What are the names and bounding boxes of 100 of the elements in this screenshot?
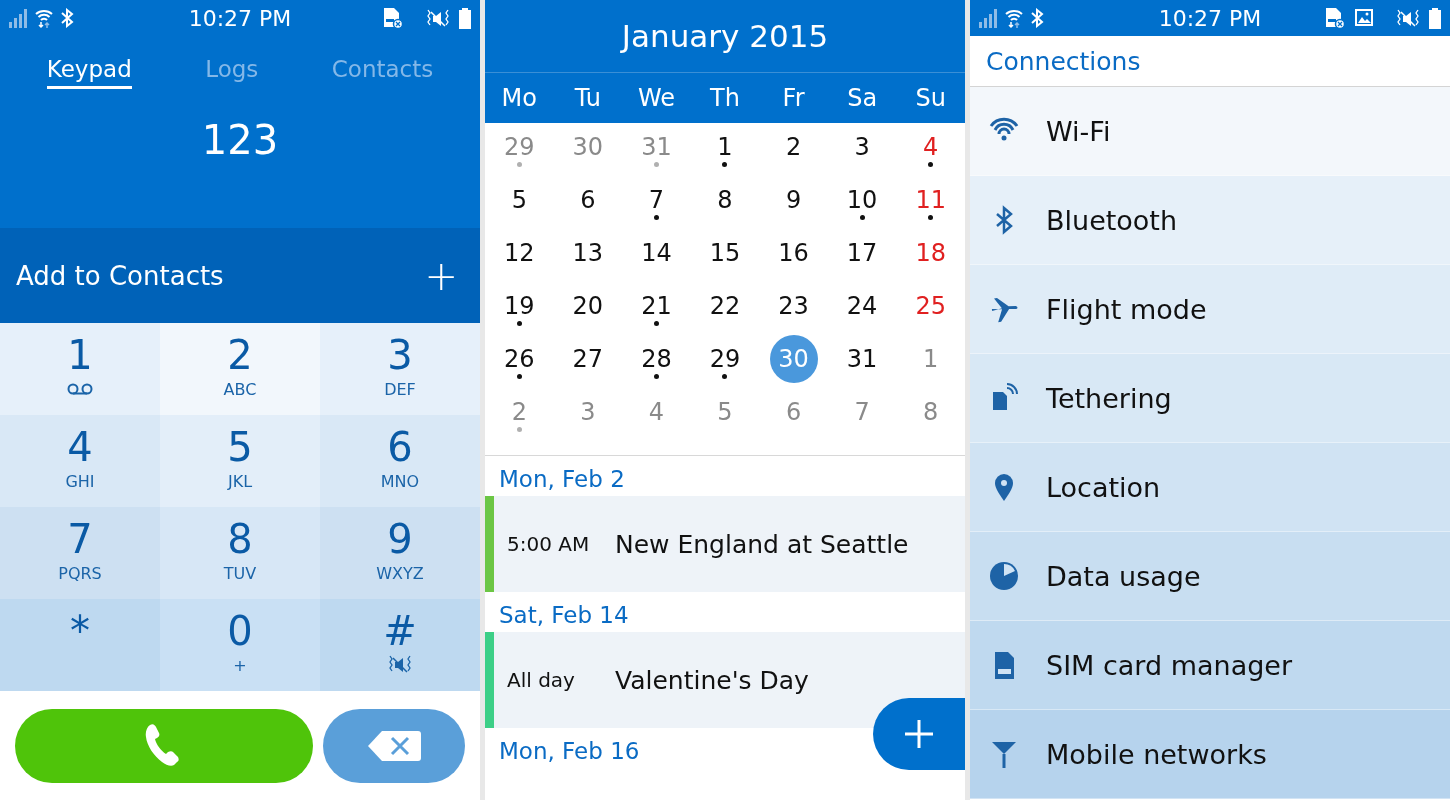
bluetooth-icon [60,8,74,28]
pie-chart-icon [988,560,1020,592]
day-number[interactable]: 23 [769,282,818,330]
date-header: Mon, Feb 2 [498,465,626,494]
settings-item[interactable]: Wi-Fi [970,87,1450,176]
add-event-button[interactable] [873,698,965,770]
backspace-icon [366,729,422,762]
dial-key[interactable]: # [320,599,480,691]
add-to-contacts-label: Add to Contacts [16,260,224,291]
dial-key[interactable]: 5 JKL [160,415,320,507]
sim-missing-icon [1324,6,1346,30]
signal-icon [8,8,28,28]
event-dot [516,427,522,432]
day-number[interactable]: 7 [632,176,681,224]
settings-item-label: SIM card manager [1046,649,1293,681]
tab[interactable]: Keypad [46,56,132,89]
day-number[interactable]: 28 [632,335,681,383]
signal-icon [978,8,998,28]
day-number[interactable]: 14 [632,229,681,277]
battery-icon [458,6,472,30]
settings-item-label: Location [1046,471,1161,503]
settings-item[interactable]: SIM card manager [970,621,1450,710]
event-title: Valentine's Day [615,665,809,695]
voicemail-icon [66,382,94,396]
dial-key[interactable]: * [0,599,160,691]
weekday-label: Th [710,84,740,112]
settings-item[interactable]: Location [970,443,1450,532]
event-dot [722,162,728,167]
dial-key[interactable]: 0 + [160,599,320,691]
day-number[interactable]: 9 [769,176,818,224]
day-number[interactable]: 31 [838,335,887,383]
day-number[interactable]: 11 [906,176,955,224]
day-number[interactable]: 8 [701,176,749,224]
event-dot [722,374,728,379]
settings-item[interactable]: Mobile networks [970,710,1450,799]
day-number[interactable]: 13 [563,229,612,277]
event-title: New England at Seattle [615,529,909,559]
day-number[interactable]: 29 [701,335,749,383]
day-number[interactable]: 26 [495,335,544,383]
weekday-label: Fr [782,84,805,112]
dial-key[interactable]: 6 MNO [320,415,480,507]
event-dot [653,321,659,326]
day-number[interactable]: 12 [495,229,544,277]
weekday-label: Tu [574,84,601,112]
event-card[interactable]: 5:00 AM New England at Seattle [485,496,965,592]
settings-item-label: Mobile networks [1046,738,1267,770]
day-number[interactable]: 5 [495,176,544,224]
sim-missing-icon [382,6,404,30]
event-time: 5:00 AM [506,532,591,556]
dial-key[interactable]: 8 TUV [160,507,320,599]
event-dot [928,162,934,167]
day-number[interactable]: 24 [838,282,887,330]
plus-icon [903,718,935,750]
settings-item-label: Wi-Fi [1046,115,1111,147]
settings-item[interactable]: Tethering [970,354,1450,443]
settings-item[interactable]: Flight mode [970,265,1450,354]
dial-key[interactable]: 1 [0,323,160,415]
wifi-icon [1004,7,1024,29]
dial-key[interactable]: 7 PQRS [0,507,160,599]
date-header: Sat, Feb 14 [498,601,630,630]
settings-item[interactable]: Bluetooth [970,176,1450,265]
event-card[interactable]: All day Valentine's Day [485,632,965,728]
event-dot [653,215,659,220]
dial-key[interactable]: 9 WXYZ [320,507,480,599]
day-number[interactable]: 20 [563,282,612,330]
event-dot [859,215,865,220]
add-to-contacts-bar[interactable]: Add to Contacts + [0,228,480,323]
day-number[interactable]: 2 [769,123,818,171]
settings-item-label: Bluetooth [1046,204,1178,236]
event-dot [653,374,659,379]
battery-icon [1428,6,1442,30]
status-time: 10:27 PM [1157,5,1263,31]
day-number[interactable]: 4 [906,123,955,171]
settings-item-label: Tethering [1046,382,1172,414]
day-number[interactable]: 22 [701,282,749,330]
day-number[interactable]: 25 [906,282,955,330]
date-header: Mon, Feb 16 [498,737,641,766]
day-number[interactable]: 27 [563,335,612,383]
day-number[interactable]: 15 [701,229,749,277]
day-number[interactable]: 1 [701,123,749,171]
day-number[interactable]: 17 [838,229,887,277]
day-number[interactable]: 19 [495,282,544,330]
dial-key[interactable]: 4 GHI [0,415,160,507]
settings-item-label: Flight mode [1046,293,1207,325]
event-time: All day [506,668,576,692]
day-number[interactable]: 6 [563,176,612,224]
day-number[interactable]: 3 [838,123,887,171]
day-number[interactable]: 10 [838,176,887,224]
weekday-label: Sa [847,84,878,112]
settings-item[interactable]: Data usage [970,532,1450,621]
dial-key[interactable]: 2 ABC [160,323,320,415]
event-dot [516,162,522,167]
day-number[interactable]: 16 [769,229,818,277]
day-number[interactable]: 18 [906,229,955,277]
dial-key[interactable]: 3 DEF [320,323,480,415]
weekday-label: Su [915,84,946,112]
plus-icon[interactable]: + [424,255,458,296]
day-number[interactable]: 21 [632,282,681,330]
event-dot [653,162,659,167]
event-dot [928,215,934,220]
